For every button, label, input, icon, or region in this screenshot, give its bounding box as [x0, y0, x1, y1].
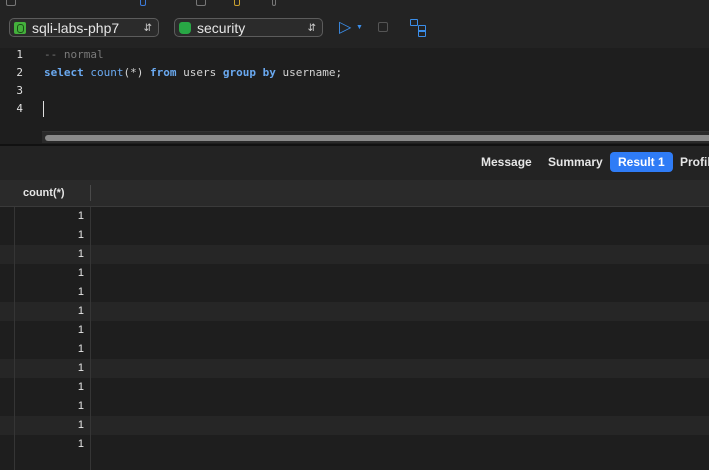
tab-profile[interactable]: Profile — [680, 152, 709, 172]
sql-keyword: group — [222, 66, 256, 79]
chevron-updown-icon: ⇵ — [143, 23, 152, 34]
connection-icon — [14, 22, 26, 34]
query-toolbar: sqli-labs-php7 ⇵ security ⇵ ▷ ▼ — [0, 8, 709, 48]
table-row[interactable]: 1 — [0, 359, 709, 378]
toolbar-icon[interactable] — [196, 0, 206, 6]
connection-select[interactable]: sqli-labs-php7 ⇵ — [9, 18, 159, 37]
explain-plan-icon[interactable] — [410, 19, 428, 37]
table-cell[interactable]: 1 — [14, 226, 84, 245]
row-header-divider — [14, 207, 15, 470]
sql-keyword: by — [262, 66, 276, 79]
sql-column: username; — [282, 66, 343, 79]
table-cell[interactable]: 1 — [14, 264, 84, 283]
toolbar-icon[interactable] — [140, 0, 146, 6]
table-row[interactable]: 1 — [0, 264, 709, 283]
table-cell[interactable]: 1 — [14, 302, 84, 321]
table-row[interactable]: 1 — [0, 321, 709, 340]
table-row[interactable]: 1 — [0, 340, 709, 359]
connection-label: sqli-labs-php7 — [32, 20, 120, 36]
table-cell[interactable]: 1 — [14, 416, 84, 435]
table-row[interactable]: 1 — [0, 226, 709, 245]
grid-rows: 1 1 1 1 1 1 1 1 1 1 1 1 1 — [0, 207, 709, 454]
stop-icon[interactable] — [378, 22, 388, 32]
toolbar-icon[interactable] — [234, 0, 240, 6]
horizontal-scrollbar[interactable] — [42, 131, 709, 143]
text-caret — [43, 101, 44, 117]
table-cell[interactable]: 1 — [14, 359, 84, 378]
table-row[interactable]: 1 — [0, 245, 709, 264]
table-row[interactable]: 1 — [0, 207, 709, 226]
table-row[interactable]: 1 — [0, 416, 709, 435]
chevron-updown-icon: ⇵ — [307, 23, 316, 34]
table-cell[interactable]: 1 — [14, 435, 84, 454]
toolbar-icon[interactable] — [6, 0, 16, 6]
result-tabs: Message Summary Result 1 Profile — [0, 146, 709, 180]
table-cell[interactable]: 1 — [14, 321, 84, 340]
toolbar-icon[interactable] — [272, 0, 276, 6]
database-select[interactable]: security ⇵ — [174, 18, 323, 37]
line-number: 3 — [16, 84, 23, 97]
column-resize-handle[interactable] — [90, 185, 91, 201]
scrollbar-thumb[interactable] — [45, 135, 709, 141]
table-cell[interactable]: 1 — [14, 397, 84, 416]
database-label: security — [197, 20, 246, 36]
line-number: 4 — [16, 102, 23, 115]
table-cell[interactable]: 1 — [14, 378, 84, 397]
result-grid: count(*) 1 1 1 1 1 1 1 1 1 1 1 1 1 — [0, 180, 709, 470]
line-number-gutter: 1 2 3 4 — [0, 48, 34, 144]
table-cell[interactable]: 1 — [14, 245, 84, 264]
sql-args: (*) — [123, 66, 144, 79]
table-cell[interactable]: 1 — [14, 207, 84, 226]
tab-summary[interactable]: Summary — [548, 152, 603, 172]
sql-editor[interactable]: 1 2 3 4 -- normal select count(*) from u… — [0, 48, 709, 144]
table-cell[interactable]: 1 — [14, 283, 84, 302]
sql-keyword: from — [150, 66, 177, 79]
sql-function: count — [90, 66, 124, 79]
table-row[interactable]: 1 — [0, 378, 709, 397]
table-row[interactable]: 1 — [0, 435, 709, 454]
table-row[interactable]: 1 — [0, 283, 709, 302]
tab-result-1[interactable]: Result 1 — [610, 152, 673, 172]
chevron-down-icon[interactable]: ▼ — [356, 24, 363, 31]
grid-header: count(*) — [0, 180, 709, 207]
tab-message[interactable]: Message — [481, 152, 532, 172]
sql-comment: -- normal — [44, 48, 104, 61]
table-row[interactable]: 1 — [0, 397, 709, 416]
sql-table: users — [183, 66, 217, 79]
database-icon — [179, 22, 191, 34]
line-number: 1 — [16, 48, 23, 61]
line-number: 2 — [16, 66, 23, 79]
table-cell[interactable]: 1 — [14, 340, 84, 359]
column-header[interactable]: count(*) — [23, 180, 65, 206]
code-line-2: select count(*) from users group by user… — [44, 66, 342, 79]
table-row[interactable]: 1 — [0, 302, 709, 321]
column-divider — [90, 207, 91, 470]
top-toolbar-strip — [0, 0, 709, 8]
sql-keyword: select — [44, 66, 84, 79]
code-line-1: -- normal — [44, 48, 104, 61]
